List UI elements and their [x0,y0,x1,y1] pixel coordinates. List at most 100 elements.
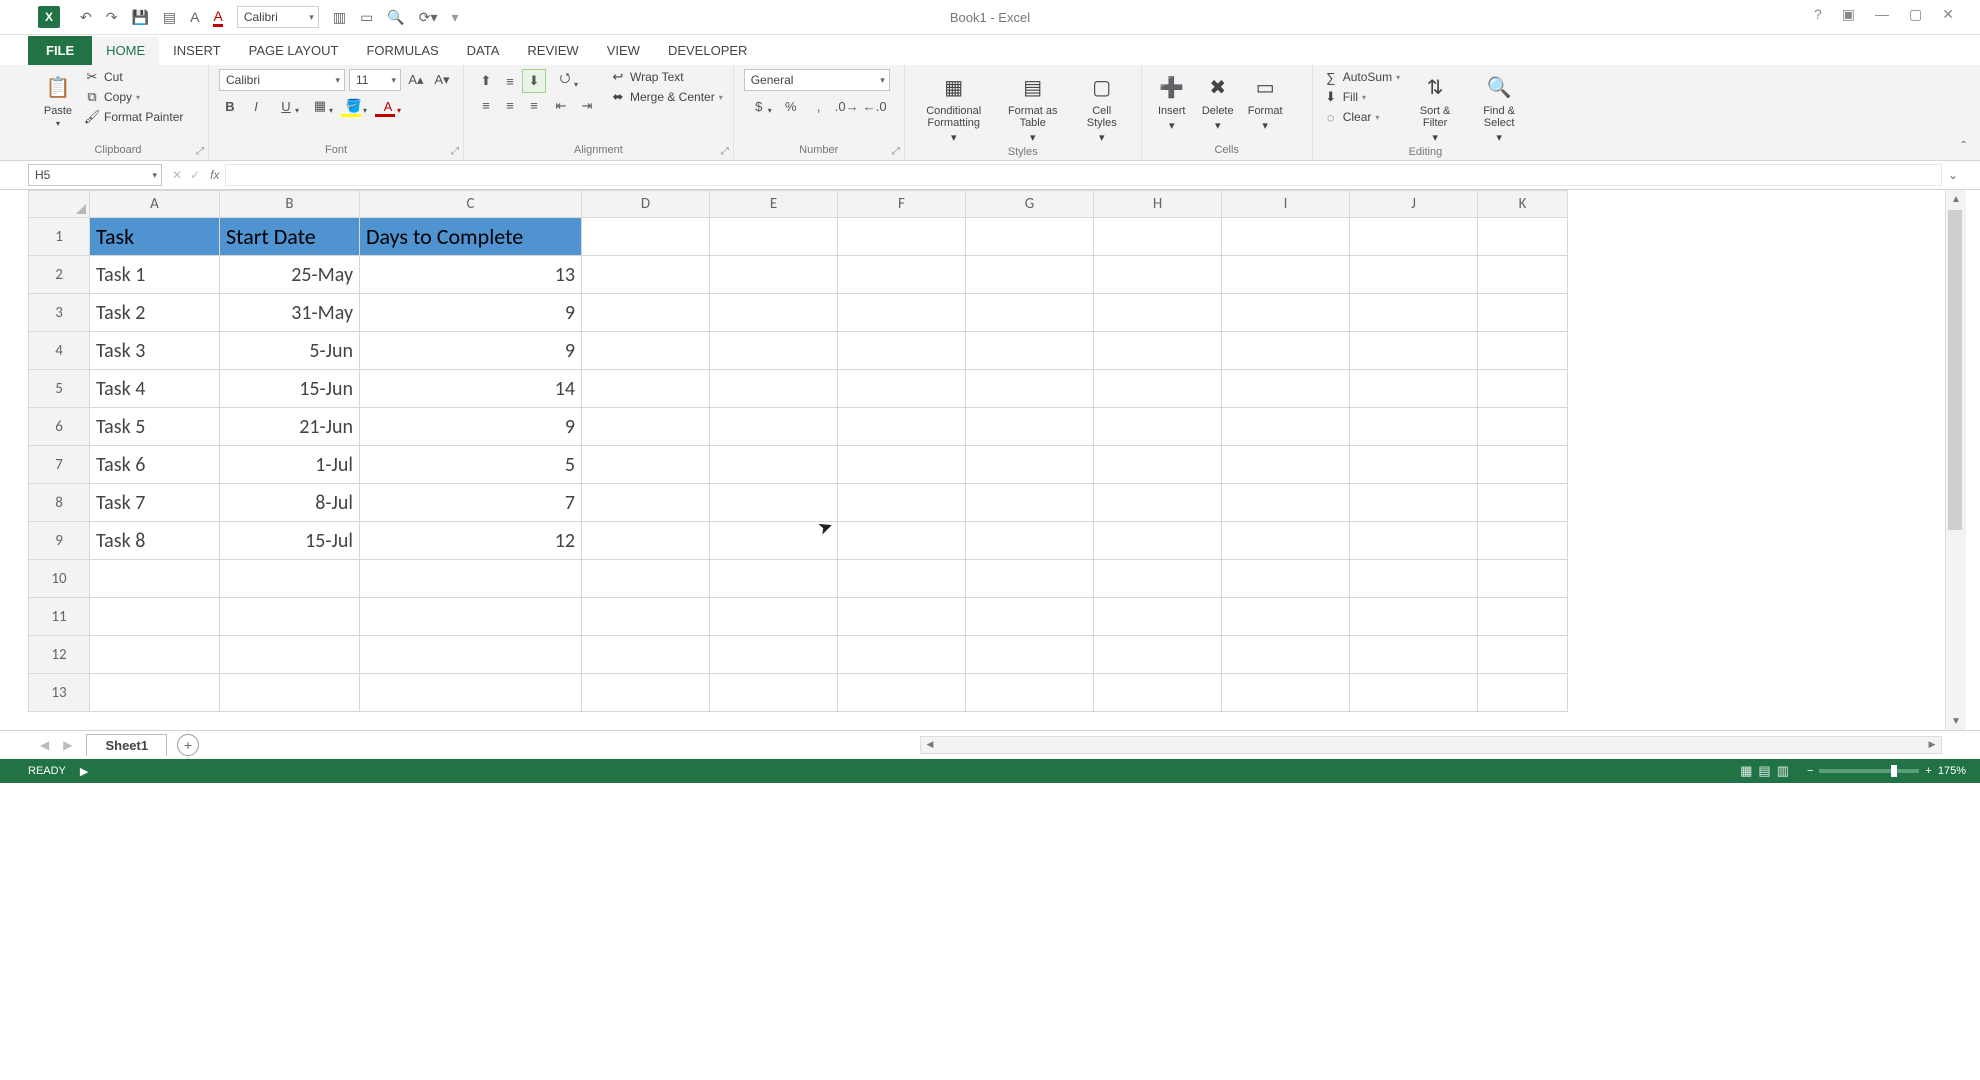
cut-button[interactable]: ✂Cut [84,69,183,85]
cell-A1[interactable]: Task [90,218,220,256]
zoom-in-button[interactable]: + [1925,765,1931,777]
cell-H7[interactable] [1094,446,1222,484]
cell-H12[interactable] [1094,636,1222,674]
select-all-corner[interactable] [29,191,90,218]
cell-E4[interactable] [710,332,838,370]
align-right-button[interactable]: ≡ [522,93,546,117]
cell-I2[interactable] [1222,256,1350,294]
cell-J5[interactable] [1350,370,1478,408]
format-painter-button[interactable]: 🖌Format Painter [84,109,183,125]
align-top-button[interactable]: ⬆ [474,69,498,93]
cell-E11[interactable] [710,598,838,636]
fill-button[interactable]: ⬇Fill▾ [1323,89,1400,105]
qat-more-1[interactable]: ▥ [333,9,346,26]
cell-I8[interactable] [1222,484,1350,522]
paste-button[interactable]: 📋 Paste ▾ [38,69,78,130]
zoom-slider[interactable] [1819,769,1919,773]
row-header-13[interactable]: 13 [29,674,90,712]
align-center-button[interactable]: ≡ [498,93,522,117]
column-header-B[interactable]: B [220,191,360,218]
cell-B6[interactable]: 21-Jun [220,408,360,446]
cell-I4[interactable] [1222,332,1350,370]
cell-D4[interactable] [582,332,710,370]
help-button[interactable]: ? [1814,6,1822,23]
cell-G12[interactable] [966,636,1094,674]
maximize-button[interactable]: ▢ [1909,6,1922,23]
cell-A12[interactable] [90,636,220,674]
decrease-font-button[interactable]: A▾ [431,69,453,91]
cell-B5[interactable]: 15-Jun [220,370,360,408]
scroll-up-button[interactable]: ▲ [1946,190,1966,208]
cell-H9[interactable] [1094,522,1222,560]
cell-H1[interactable] [1094,218,1222,256]
delete-cells-button[interactable]: ✖Delete▾ [1198,69,1238,134]
cell-J7[interactable] [1350,446,1478,484]
cell-C9[interactable]: 12 [360,522,582,560]
font-color-btn[interactable]: A [213,8,222,27]
orientation-button[interactable]: ⭯ [550,69,580,91]
row-header-12[interactable]: 12 [29,636,90,674]
cell-G8[interactable] [966,484,1094,522]
add-sheet-button[interactable]: + [177,734,199,756]
tab-nav-prev[interactable]: ◀ [40,738,49,752]
ribbon-tab-insert[interactable]: INSERT [159,37,234,65]
cell-I12[interactable] [1222,636,1350,674]
ribbon-options-button[interactable]: ▣ [1842,6,1855,23]
clear-button[interactable]: ◌Clear▾ [1323,109,1400,125]
alignment-launcher[interactable]: ⤢ [721,146,729,157]
cell-K10[interactable] [1478,560,1568,598]
cell-H11[interactable] [1094,598,1222,636]
number-format-select[interactable]: General [744,69,890,91]
row-header-4[interactable]: 4 [29,332,90,370]
cell-C3[interactable]: 9 [360,294,582,332]
cell-C1[interactable]: Days to Complete [360,218,582,256]
cell-F7[interactable] [838,446,966,484]
wrap-text-button[interactable]: ↩Wrap Text [610,69,723,85]
cell-C12[interactable] [360,636,582,674]
view-page-break-button[interactable]: ▥ [1777,763,1789,779]
row-header-5[interactable]: 5 [29,370,90,408]
cell-E10[interactable] [710,560,838,598]
cell-G2[interactable] [966,256,1094,294]
cell-B3[interactable]: 31-May [220,294,360,332]
cell-K11[interactable] [1478,598,1568,636]
column-header-H[interactable]: H [1094,191,1222,218]
cell-E12[interactable] [710,636,838,674]
cell-A5[interactable]: Task 4 [90,370,220,408]
cell-A9[interactable]: Task 8 [90,522,220,560]
cell-K6[interactable] [1478,408,1568,446]
row-header-2[interactable]: 2 [29,256,90,294]
cell-E8[interactable] [710,484,838,522]
decrease-indent-button[interactable]: ⇤ [550,95,572,117]
expand-formula-button[interactable]: ⌄ [1948,168,1958,182]
cancel-formula-button[interactable]: ✕ [172,168,182,182]
comma-button[interactable]: , [808,95,830,117]
cell-C6[interactable]: 9 [360,408,582,446]
font-launcher[interactable]: ⤢ [451,146,459,157]
cell-G13[interactable] [966,674,1094,712]
ribbon-tab-review[interactable]: REVIEW [513,37,592,65]
increase-font-button[interactable]: A▴ [405,69,427,91]
cell-A3[interactable]: Task 2 [90,294,220,332]
font-color-button[interactable]: A [373,95,403,117]
column-header-E[interactable]: E [710,191,838,218]
cell-F10[interactable] [838,560,966,598]
format-as-table-button[interactable]: ▤ Format as Table▾ [999,69,1067,146]
qat-more-2[interactable]: ▭ [360,9,373,26]
column-header-C[interactable]: C [360,191,582,218]
cell-F9[interactable] [838,522,966,560]
decrease-decimal-button[interactable]: ←.0 [864,95,886,117]
scroll-left-button[interactable]: ◀ [921,737,939,751]
cell-I9[interactable] [1222,522,1350,560]
cell-F11[interactable] [838,598,966,636]
qat-more-3[interactable]: 🔍 [387,9,404,26]
cell-E1[interactable] [710,218,838,256]
cell-H2[interactable] [1094,256,1222,294]
cell-D12[interactable] [582,636,710,674]
sheet-tab[interactable]: Sheet1 [86,734,167,756]
bold-button[interactable]: B [219,95,241,117]
row-header-1[interactable]: 1 [29,218,90,256]
sort-filter-button[interactable]: ⇅Sort & Filter▾ [1406,69,1464,146]
column-header-F[interactable]: F [838,191,966,218]
redo-button[interactable]: ↷ [106,9,118,26]
